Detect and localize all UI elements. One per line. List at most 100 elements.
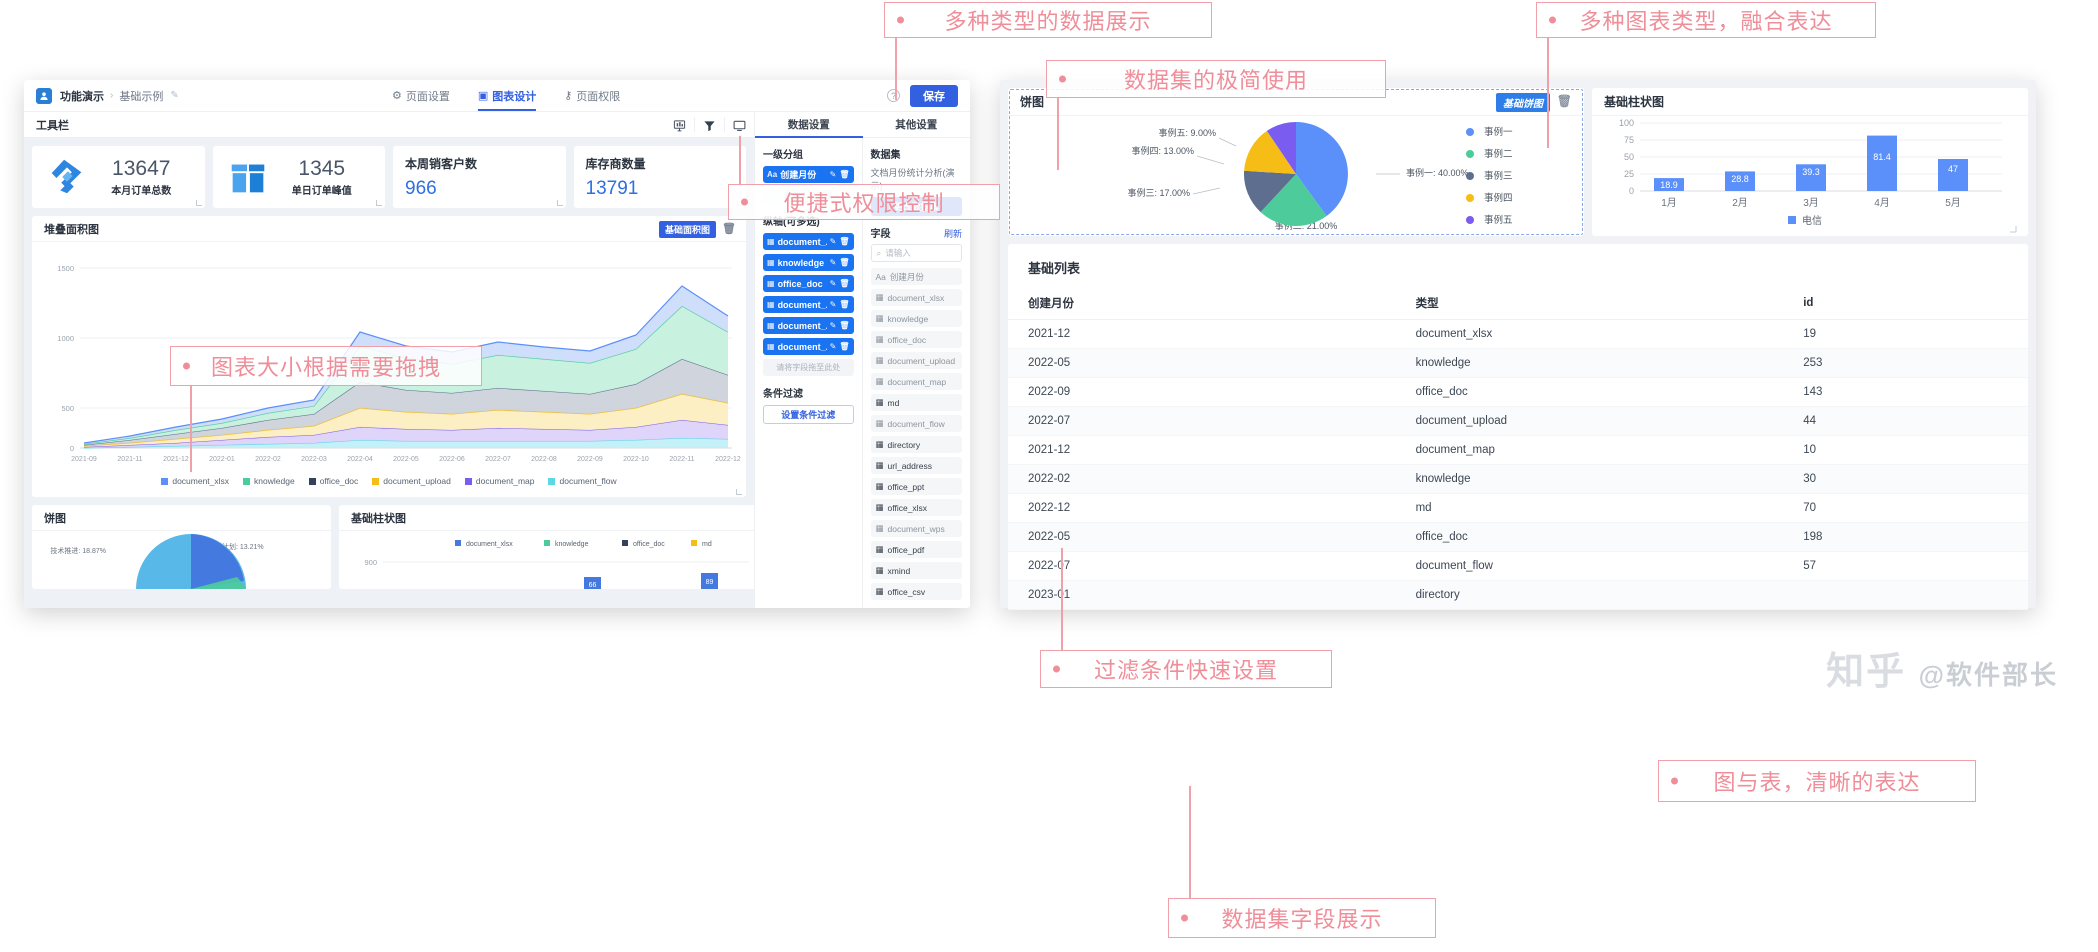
field-item[interactable]: ▦office_xlsx — [871, 499, 963, 516]
field-item[interactable]: ▦xmind — [871, 562, 963, 579]
kpi-card-peak[interactable]: 1345 单日订单峰值 — [213, 146, 386, 208]
kpi-card-customers[interactable]: 本周销客户数 966 — [393, 146, 566, 208]
pencil-icon[interactable]: ✎ — [170, 90, 178, 101]
pencil-icon[interactable]: ✎ — [830, 300, 837, 309]
chart-type-tag[interactable]: 基础饼图 — [1496, 93, 1550, 112]
svg-text:2022-07: 2022-07 — [485, 456, 511, 463]
trash-icon[interactable]: 🗑 — [839, 170, 849, 179]
tab-page-settings[interactable]: ⚙ 页面设置 — [392, 80, 450, 111]
table-row[interactable]: 2022-02knowledge30 — [1008, 465, 2028, 494]
bar-chart-card[interactable]: 基础柱状图 10075 50250 — [1592, 88, 2028, 236]
configure-filter-button[interactable]: 设置条件过滤 — [763, 405, 854, 424]
legend-item[interactable]: document_map — [465, 476, 535, 486]
trash-icon[interactable]: 🗑 — [839, 342, 849, 351]
measure-chip[interactable]: ▦document_...✎🗑 — [763, 317, 854, 334]
svg-text:2022-12: 2022-12 — [715, 456, 741, 463]
table-row[interactable]: 2022-07document_upload44 — [1008, 407, 2028, 436]
resize-handle[interactable] — [736, 489, 742, 495]
dimension-chip[interactable]: Aa 创建月份 ✎ 🗑 — [763, 166, 854, 183]
tab-data-settings[interactable]: 数据设置 — [755, 112, 863, 137]
legend-item[interactable]: document_xlsx — [161, 476, 229, 486]
field-item[interactable]: ▦knowledge — [871, 310, 963, 327]
number-field-icon: ▦ — [767, 342, 775, 351]
field-label: document_wps — [888, 524, 945, 534]
field-item[interactable]: ▦office_csv — [871, 583, 963, 600]
field-item[interactable]: ▦document_xlsx — [871, 289, 963, 306]
filter-icon[interactable] — [694, 117, 724, 132]
cell-id: 10 — [1783, 436, 2028, 465]
field-item[interactable]: ▦document_upload — [871, 352, 963, 369]
legend-item[interactable]: document_upload — [372, 476, 451, 486]
cell-type: knowledge — [1396, 465, 1784, 494]
col-header-id[interactable]: id — [1783, 287, 2028, 320]
table-row[interactable]: 2022-12md70 — [1008, 494, 2028, 523]
pencil-icon[interactable]: ✎ — [830, 170, 837, 179]
refresh-link[interactable]: 刷新 — [944, 227, 962, 240]
field-item[interactable]: ▦url_address — [871, 457, 963, 474]
col-header-type[interactable]: 类型 — [1396, 287, 1784, 320]
trash-icon[interactable]: 🗑 — [839, 321, 849, 330]
svg-text:2021-11: 2021-11 — [117, 456, 142, 463]
pencil-icon[interactable]: ✎ — [830, 237, 837, 246]
table-row[interactable]: 2022-07document_flow57 — [1008, 552, 2028, 581]
field-item[interactable]: ▦document_map — [871, 373, 963, 390]
trash-icon[interactable]: 🗑 — [839, 300, 849, 309]
pie-chart-card[interactable]: 饼图 基础饼图 🗑 事例五: 9.00% 事例四: 13.00% 事例三: 17… — [1008, 88, 1584, 236]
table-row[interactable]: 2021-12document_xlsx19 — [1008, 320, 2028, 349]
measure-chip[interactable]: ▦document_...✎🗑 — [763, 233, 854, 250]
legend-item[interactable]: office_doc — [309, 476, 359, 486]
number-field-icon: ▦ — [876, 376, 884, 387]
field-item[interactable]: ▦directory — [871, 436, 963, 453]
tab-chart-design[interactable]: ▣ 图表设计 — [478, 80, 536, 111]
chart-add-icon[interactable] — [664, 117, 694, 132]
svg-text:事例四: 事例四 — [1484, 192, 1513, 204]
measure-chip[interactable]: ▦document_...✎🗑 — [763, 338, 854, 355]
breadcrumb-root[interactable]: 功能演示 — [60, 88, 104, 104]
field-item[interactable]: ▦md — [871, 394, 963, 411]
cell-month: 2022-05 — [1008, 523, 1396, 552]
help-icon[interactable]: ? — [887, 89, 900, 102]
table-row[interactable]: 2023-01directory — [1008, 581, 2028, 610]
resize-handle[interactable] — [196, 200, 202, 206]
legend-item[interactable]: knowledge — [243, 476, 295, 486]
field-item[interactable]: ▦document_flow — [871, 415, 963, 432]
svg-text:2022-01: 2022-01 — [209, 456, 235, 463]
resize-handle[interactable] — [557, 200, 563, 206]
tab-page-permission[interactable]: ⚷ 页面权限 — [564, 80, 620, 111]
table-row[interactable]: 2022-05office_doc198 — [1008, 523, 2028, 552]
screen-icon[interactable] — [724, 117, 754, 132]
table-row[interactable]: 2021-12document_map10 — [1008, 436, 2028, 465]
trash-icon[interactable]: 🗑 — [839, 237, 849, 246]
kpi-card-orders[interactable]: 13647 本月订单总数 — [32, 146, 205, 208]
save-button[interactable]: 保存 — [910, 85, 958, 107]
chart-type-tag[interactable]: 基础面积图 — [659, 221, 716, 238]
field-item[interactable]: Aa创建月份 — [871, 268, 963, 285]
table-row[interactable]: 2022-05knowledge253 — [1008, 349, 2028, 378]
breadcrumb-current[interactable]: 基础示例 — [119, 88, 163, 104]
pencil-icon[interactable]: ✎ — [830, 279, 837, 288]
trash-icon[interactable]: 🗑 — [839, 258, 849, 267]
pencil-icon[interactable]: ✎ — [830, 342, 837, 351]
cell-type: document_upload — [1396, 407, 1784, 436]
trash-icon[interactable]: 🗑 — [722, 222, 736, 235]
field-item[interactable]: ▦office_ppt — [871, 478, 963, 495]
table-row[interactable]: 2022-09office_doc143 — [1008, 378, 2028, 407]
resize-handle[interactable] — [376, 200, 382, 206]
field-item[interactable]: ▦office_pdf — [871, 541, 963, 558]
pencil-icon[interactable]: ✎ — [830, 258, 837, 267]
annotation-multi-chart-type: 多种图表类型，融合表达 — [1536, 2, 1876, 38]
measure-chip[interactable]: ▦office_doc✎🗑 — [763, 275, 854, 292]
measure-chip[interactable]: ▦knowledge✎🗑 — [763, 254, 854, 271]
kpi-card-stock[interactable]: 库存商数量 13791 — [574, 146, 747, 208]
field-search-input[interactable]: ⌕ 请输入 — [871, 244, 963, 262]
trash-icon[interactable]: 🗑 — [1557, 94, 1572, 108]
field-item[interactable]: ▦document_wps — [871, 520, 963, 537]
trash-icon[interactable]: 🗑 — [839, 279, 849, 288]
field-item[interactable]: ▦office_doc — [871, 331, 963, 348]
measure-chip[interactable]: ▦document_...✎🗑 — [763, 296, 854, 313]
pencil-icon[interactable]: ✎ — [830, 321, 837, 330]
legend-item[interactable]: document_flow — [548, 476, 616, 486]
tab-other-settings[interactable]: 其他设置 — [863, 112, 971, 137]
col-header-month[interactable]: 创建月份 — [1008, 287, 1396, 320]
tab-label: 页面设置 — [406, 88, 450, 104]
